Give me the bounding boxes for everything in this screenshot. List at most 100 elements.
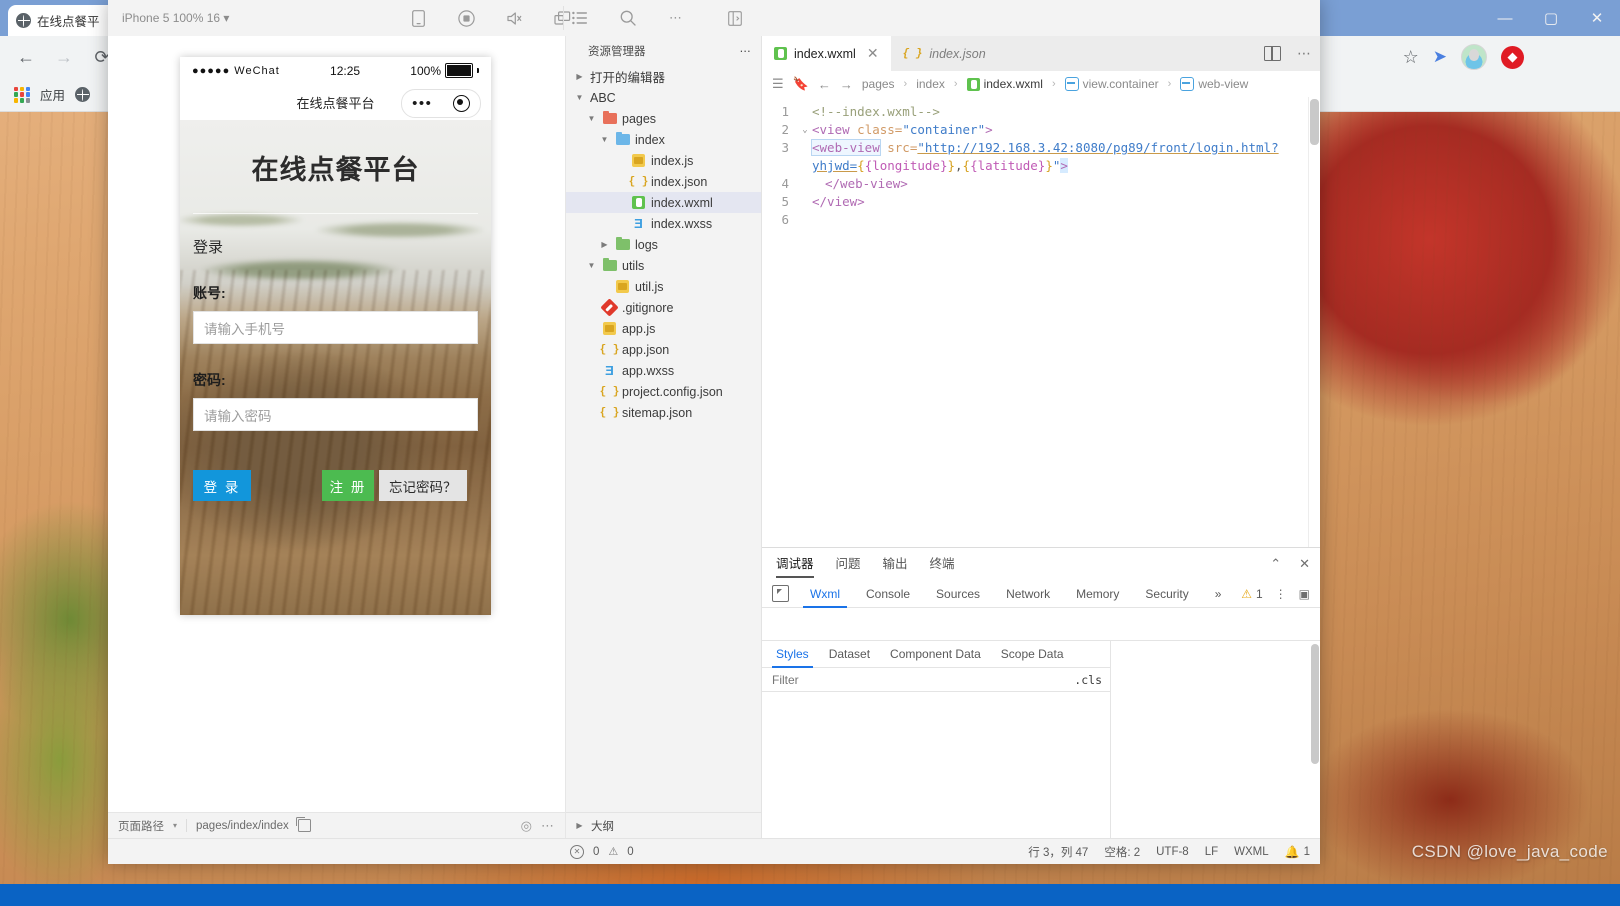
forward-icon[interactable]: → [52, 45, 76, 69]
language-mode[interactable]: WXML [1234, 846, 1269, 858]
tree-item-app-json[interactable]: { }app.json [566, 339, 761, 360]
mute-icon[interactable] [504, 8, 524, 28]
tree-item-index-json[interactable]: { }index.json [566, 171, 761, 192]
tree-item-logs[interactable]: ▶logs [566, 234, 761, 255]
indentation-setting[interactable]: 空格: 2 [1104, 844, 1140, 860]
devtools-tab-security[interactable]: Security [1132, 580, 1201, 608]
breadcrumb-pages[interactable]: pages [862, 77, 895, 91]
eye-icon[interactable]: ◎ [521, 818, 532, 834]
encoding-setting[interactable]: UTF-8 [1156, 846, 1189, 858]
tab-output[interactable]: 输出 [883, 553, 908, 575]
eol-setting[interactable]: LF [1205, 846, 1218, 858]
minimize-button[interactable]: — [1488, 3, 1522, 33]
outline-section[interactable]: ▶ 大纲 [566, 812, 761, 838]
wxml-dom-tree[interactable] [762, 608, 1320, 641]
explorer-more-icon[interactable]: ⋯ [740, 44, 752, 58]
multiscreen-icon[interactable] [552, 8, 572, 28]
tab-problems[interactable]: 问题 [836, 553, 861, 575]
devtools-tab-overflow-icon[interactable]: » [1202, 580, 1235, 608]
account-input[interactable]: 请输入手机号 [193, 311, 478, 344]
tree-item-index-js[interactable]: index.js [566, 150, 761, 171]
bell-icon[interactable]: 🔔 [1285, 845, 1300, 859]
devtools-tab-sources[interactable]: Sources [923, 580, 993, 608]
devtools-tab-memory[interactable]: Memory [1063, 580, 1132, 608]
error-circle-icon[interactable]: ✕ [570, 845, 584, 859]
chevron-down-icon[interactable]: ▼ [586, 114, 597, 123]
device-selector[interactable]: iPhone 5 100% 16 ▾ [108, 11, 229, 25]
register-button[interactable]: 注 册 [322, 470, 374, 501]
styles-tab-styles[interactable]: Styles [766, 641, 819, 668]
editor-tab-index-wxml[interactable]: index.wxml ✕ [762, 36, 891, 71]
devtools-tab-network[interactable]: Network [993, 580, 1063, 608]
devtools-tab-wxml[interactable]: Wxml [797, 580, 853, 608]
close-icon[interactable]: ✕ [1299, 556, 1310, 572]
split-panel-icon[interactable] [728, 0, 742, 36]
tree-item-sitemap-json[interactable]: { }sitemap.json [566, 402, 761, 423]
styles-tab-scope-data[interactable]: Scope Data [991, 641, 1074, 668]
tab-terminal[interactable]: 终端 [930, 553, 955, 575]
outline-list-icon[interactable]: ☰ [772, 76, 784, 92]
computed-scrollbar[interactable] [1310, 641, 1320, 838]
tree-item-util-js[interactable]: util.js [566, 276, 761, 297]
bookmark-globe-icon[interactable] [75, 87, 90, 102]
nav-back-icon[interactable]: ← [818, 77, 831, 92]
nav-forward-icon[interactable]: → [840, 77, 853, 92]
warning-triangle-icon[interactable]: ⚠ [608, 845, 618, 858]
page-path-chevron-down-icon[interactable]: ▾ [173, 821, 177, 830]
more-icon[interactable]: ⋯ [666, 8, 686, 28]
simulator-more-icon[interactable]: ⋯ [541, 818, 555, 834]
styles-filter-input[interactable] [770, 672, 1004, 688]
tree-item-project-config-json[interactable]: { }project.config.json [566, 381, 761, 402]
breadcrumb-index[interactable]: index [916, 77, 945, 91]
styles-tab-component-data[interactable]: Component Data [880, 641, 991, 668]
breadcrumb-web-view[interactable]: web-view [1180, 77, 1248, 91]
breadcrumb-index-wxml[interactable]: index.wxml [967, 77, 1043, 91]
chevron-down-icon[interactable]: ▼ [599, 135, 610, 144]
apps-grid-icon[interactable] [14, 87, 30, 103]
password-input[interactable]: 请输入密码 [193, 398, 478, 431]
split-editor-icon[interactable] [1264, 46, 1281, 61]
tree-open-editors[interactable]: ▶ 打开的编辑器 [566, 66, 761, 87]
tree-item--gitignore[interactable]: .gitignore [566, 297, 761, 318]
phone-icon[interactable] [408, 8, 428, 28]
devtools-kebab-icon[interactable]: ⋮ [1275, 587, 1287, 601]
tree-item-index[interactable]: ▼index [566, 129, 761, 150]
dock-side-icon[interactable]: ▣ [1299, 587, 1310, 601]
collapse-icon[interactable]: ⌃ [1270, 556, 1281, 572]
editor-more-icon[interactable]: ⋯ [1297, 45, 1312, 62]
extension-red-icon[interactable]: ◆ [1501, 46, 1524, 69]
tree-project-root[interactable]: ▼ ABC [566, 87, 761, 108]
bookmark-star-icon[interactable]: ☆ [1403, 47, 1419, 68]
chevron-right-icon[interactable]: ▶ [599, 240, 610, 249]
bookmark-icon[interactable]: 🔖 [793, 76, 809, 92]
close-icon[interactable]: ✕ [867, 45, 879, 62]
scrollbar-thumb[interactable] [1310, 99, 1319, 145]
extension-bird-icon[interactable]: ➤ [1433, 47, 1447, 67]
devtools-tab-console[interactable]: Console [853, 580, 923, 608]
login-button[interactable]: 登 录 [193, 470, 251, 501]
tree-item-utils[interactable]: ▼utils [566, 255, 761, 276]
breadcrumb-view-container[interactable]: view.container [1065, 77, 1159, 91]
styles-tab-dataset[interactable]: Dataset [819, 641, 880, 668]
code-editor[interactable]: 1 <!--index.wxml--> 2 ⌄ <view class="con… [762, 97, 1320, 547]
maximize-button[interactable]: ▢ [1534, 3, 1568, 33]
forgot-password-button[interactable]: 忘记密码？ [379, 470, 467, 501]
fold-toggle-icon[interactable]: ⌄ [798, 121, 812, 139]
tree-item-index-wxss[interactable]: Ǝindex.wxss [566, 213, 761, 234]
editor-tab-index-json[interactable]: { } index.json [891, 36, 998, 71]
cursor-position[interactable]: 行 3，列 47 [1028, 844, 1088, 860]
page-path-label[interactable]: 页面路径 [118, 818, 164, 834]
code-token-url[interactable]: "http://192.168.3.42:8080/pg89/front/log… [917, 140, 1241, 155]
scrollbar-thumb[interactable] [1311, 644, 1319, 764]
tab-debugger[interactable]: 调试器 [776, 553, 814, 575]
profile-avatar[interactable] [1461, 44, 1487, 70]
back-icon[interactable]: ← [14, 45, 38, 69]
tree-item-app-js[interactable]: app.js [566, 318, 761, 339]
search-icon[interactable] [618, 8, 638, 28]
tree-item-index-wxml[interactable]: index.wxml [566, 192, 761, 213]
chevron-down-icon[interactable]: ▼ [586, 261, 597, 270]
bookmark-apps-label[interactable]: 应用 [40, 85, 65, 104]
tree-item-app-wxss[interactable]: Ǝapp.wxss [566, 360, 761, 381]
wechat-capsule-buttons[interactable]: ••• [401, 89, 481, 118]
cls-button[interactable]: .cls [1074, 673, 1102, 687]
